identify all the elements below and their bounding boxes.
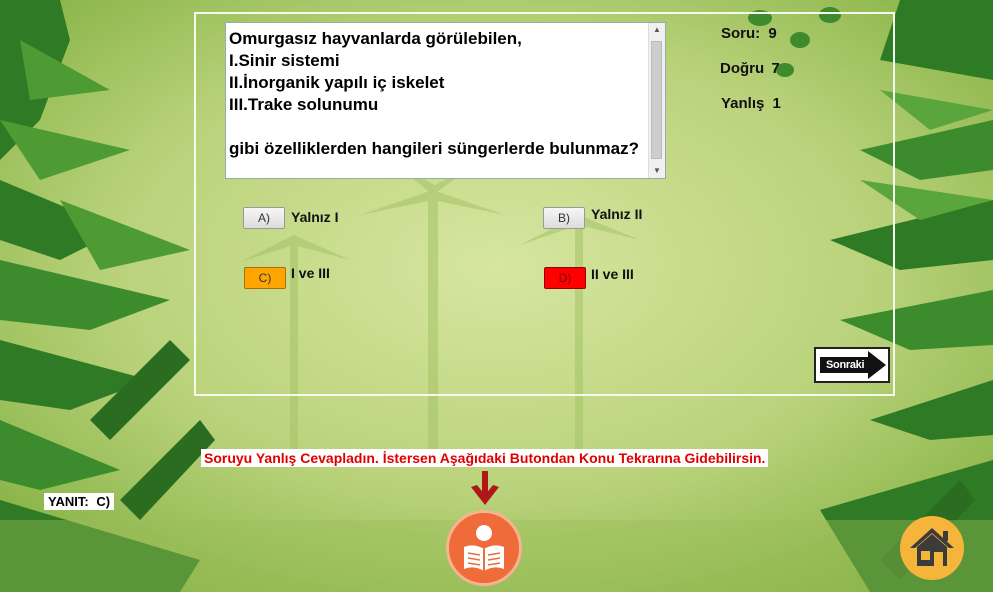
correct-count: Doğru 7 [720,60,780,77]
dogru-value: 7 [771,60,780,77]
home-button[interactable] [900,516,964,580]
answer-label: YANIT: [48,494,89,509]
scroll-down-arrow-icon[interactable]: ▼ [649,164,665,178]
next-button-label: Sonraki [826,359,865,371]
soru-label: Soru: [721,25,761,42]
yanlis-value: 1 [772,95,781,112]
soru-value: 9 [768,25,777,42]
option-a-label: Yalnız I [291,209,339,225]
scroll-up-arrow-icon[interactable]: ▲ [649,23,665,37]
option-c-button[interactable]: C) [244,267,286,289]
scroll-thumb[interactable] [651,41,662,159]
yanlis-label: Yanlış [721,95,765,112]
option-c-label: I ve III [291,265,330,281]
dogru-label: Doğru [720,60,765,77]
arrow-down-icon [471,471,499,505]
question-number: Soru: 9 [721,25,777,42]
question-text: Omurgasız hayvanlarda görülebilen, I.Sin… [229,29,639,158]
answer-value: C) [96,494,111,509]
topic-review-button[interactable] [446,510,522,586]
next-button[interactable]: Sonraki [814,347,890,383]
option-d-label: II ve III [591,266,634,282]
option-b-label: Yalnız II [591,206,643,222]
wrong-count: Yanlış 1 [721,95,781,112]
option-b-button[interactable]: B) [543,207,585,229]
answer-display: YANIT: C) [44,493,115,510]
feedback-message: Soruyu Yanlış Cevapladın. İstersen Aşağı… [201,449,769,467]
question-textbox[interactable]: Omurgasız hayvanlarda görülebilen, I.Sin… [225,22,666,179]
question-scrollbar[interactable]: ▲ ▼ [648,23,665,178]
house-icon [910,528,954,566]
option-a-button[interactable]: A) [243,207,285,229]
option-d-button[interactable]: D) [544,267,586,289]
reading-person-icon [464,525,504,571]
